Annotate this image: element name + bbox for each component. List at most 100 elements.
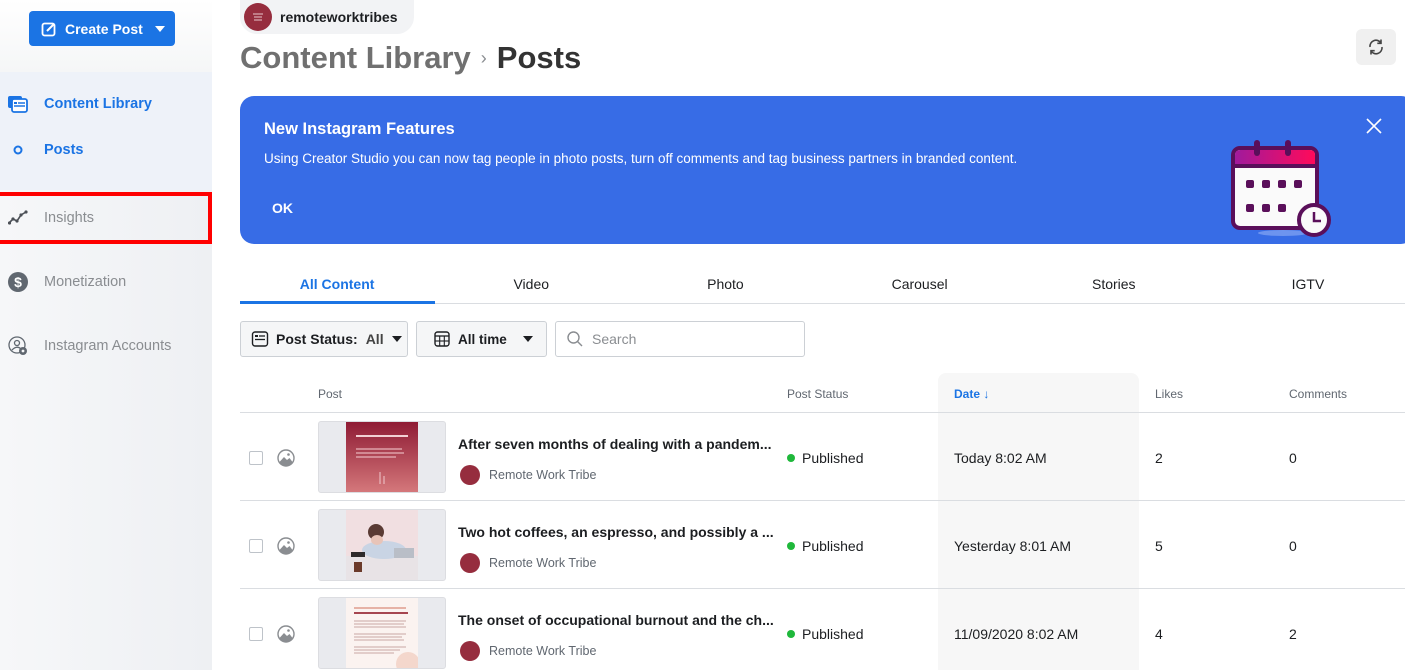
column-date-sorted[interactable]: Date ↓ — [954, 387, 989, 401]
create-post-label: Create Post — [65, 20, 143, 37]
post-thumbnail[interactable] — [318, 509, 446, 581]
photo-type-icon — [277, 625, 295, 643]
post-status: Published — [787, 538, 864, 554]
insights-highlight-box — [0, 192, 212, 244]
table-row[interactable]: After seven months of dealing with a pan… — [240, 413, 1405, 501]
row-checkbox[interactable] — [249, 539, 263, 553]
account-switcher[interactable]: remoteworktribes — [240, 0, 414, 34]
close-icon[interactable] — [1364, 116, 1384, 136]
author-name: Remote Work Tribe — [489, 468, 597, 482]
author-avatar — [460, 553, 480, 573]
post-likes: 4 — [1155, 626, 1163, 642]
published-status-dot-icon — [787, 630, 795, 638]
banner-title: New Instagram Features — [264, 120, 455, 138]
post-status-filter[interactable]: Post Status: All — [240, 321, 408, 357]
row-checkbox[interactable] — [249, 627, 263, 641]
post-date: Yesterday 8:01 AM — [954, 538, 1072, 554]
post-thumbnail[interactable] — [318, 597, 446, 669]
caret-down-icon — [154, 25, 165, 32]
post-title[interactable]: Two hot coffees, an espresso, and possib… — [458, 524, 774, 540]
time-range-filter[interactable]: All time — [416, 321, 547, 357]
account-avatar — [244, 3, 272, 31]
post-likes: 5 — [1155, 538, 1163, 554]
row-checkbox[interactable] — [249, 451, 263, 465]
author-avatar — [460, 465, 480, 485]
sidebar-item-label: Instagram Accounts — [44, 338, 172, 354]
calendar-clock-icon — [1231, 140, 1331, 237]
column-post-status[interactable]: Post Status — [787, 387, 848, 401]
sidebar-item-label: Content Library — [44, 96, 152, 112]
account-settings-icon — [8, 336, 28, 356]
post-comments: 2 — [1289, 626, 1297, 642]
published-status-dot-icon — [787, 542, 795, 550]
sidebar-item-posts[interactable]: Posts — [0, 130, 212, 170]
column-comments[interactable]: Comments — [1289, 387, 1347, 401]
account-name: remoteworktribes — [280, 9, 398, 25]
banner-ok-button[interactable]: OK — [268, 198, 297, 218]
table-row[interactable]: The onset of occupational burnout and th… — [240, 589, 1405, 670]
thumbnail-image — [346, 422, 418, 492]
table-header: Post Post Status Date ↓ Likes Comments — [240, 373, 1405, 413]
post-status-value: All — [365, 331, 384, 347]
create-post-button[interactable]: Create Post — [29, 11, 175, 46]
post-author: Remote Work Tribe — [460, 641, 596, 661]
post-comments: 0 — [1289, 450, 1297, 466]
post-date: 11/09/2020 8:02 AM — [954, 626, 1079, 642]
refresh-icon — [1369, 39, 1383, 55]
tab-video[interactable]: Video — [434, 264, 628, 303]
published-status-dot-icon — [787, 454, 795, 462]
photo-type-icon — [277, 537, 295, 555]
search-input[interactable] — [592, 331, 792, 347]
post-likes: 2 — [1155, 450, 1163, 466]
post-status: Published — [787, 626, 864, 642]
author-name: Remote Work Tribe — [489, 644, 597, 658]
sidebar: Create Post Content Library Posts Insigh… — [0, 0, 212, 670]
tab-igtv[interactable]: IGTV — [1211, 264, 1405, 303]
author-avatar — [460, 641, 480, 661]
photo-type-icon — [277, 449, 295, 467]
sidebar-item-content-library[interactable]: Content Library — [0, 84, 212, 124]
svg-text:$: $ — [14, 274, 22, 290]
status-text: Published — [802, 538, 864, 554]
author-name: Remote Work Tribe — [489, 556, 597, 570]
tab-carousel[interactable]: Carousel — [823, 264, 1017, 303]
table-row[interactable]: Two hot coffees, an espresso, and possib… — [240, 501, 1405, 589]
content-type-tabs: All Content Video Photo Carousel Stories… — [240, 264, 1405, 304]
post-date: Today 8:02 AM — [954, 450, 1047, 466]
post-title[interactable]: The onset of occupational burnout and th… — [458, 612, 774, 628]
sidebar-item-label: Monetization — [44, 274, 127, 290]
sidebar-item-label: Posts — [44, 142, 84, 158]
sidebar-header: Create Post — [0, 0, 212, 72]
post-status-icon — [251, 331, 269, 347]
dollar-icon: $ — [8, 272, 28, 292]
refresh-button[interactable] — [1356, 29, 1396, 65]
edit-icon — [41, 22, 56, 36]
calendar-icon — [434, 331, 450, 347]
post-thumbnail[interactable] — [318, 421, 446, 493]
breadcrumb-content-library[interactable]: Content Library — [240, 40, 471, 76]
tab-all-content[interactable]: All Content — [240, 264, 436, 304]
search-icon — [567, 331, 583, 347]
caret-down-icon — [522, 336, 533, 342]
sidebar-item-instagram-accounts[interactable]: Instagram Accounts — [0, 326, 212, 366]
content-library-icon — [8, 94, 28, 114]
column-likes[interactable]: Likes — [1155, 387, 1183, 401]
post-title[interactable]: After seven months of dealing with a pan… — [458, 436, 772, 452]
post-status: Published — [787, 450, 864, 466]
post-status-label: Post Status: — [276, 331, 358, 347]
search-field — [555, 321, 805, 357]
post-author: Remote Work Tribe — [460, 465, 596, 485]
breadcrumb: Content Library › Posts — [240, 40, 581, 76]
page-title: Posts — [496, 40, 582, 75]
tab-stories[interactable]: Stories — [1017, 264, 1211, 303]
sidebar-item-monetization[interactable]: $ Monetization — [0, 262, 212, 302]
time-range-value: All time — [458, 331, 507, 347]
tab-photo[interactable]: Photo — [628, 264, 822, 303]
chevron-right-icon: › — [480, 47, 487, 68]
thumbnail-image — [346, 598, 418, 668]
post-comments: 0 — [1289, 538, 1297, 554]
creator-studio-page: Create Post Content Library Posts Insigh… — [0, 0, 1405, 670]
status-text: Published — [802, 626, 864, 642]
new-features-banner: New Instagram Features Using Creator Stu… — [240, 96, 1405, 244]
post-author: Remote Work Tribe — [460, 553, 596, 573]
